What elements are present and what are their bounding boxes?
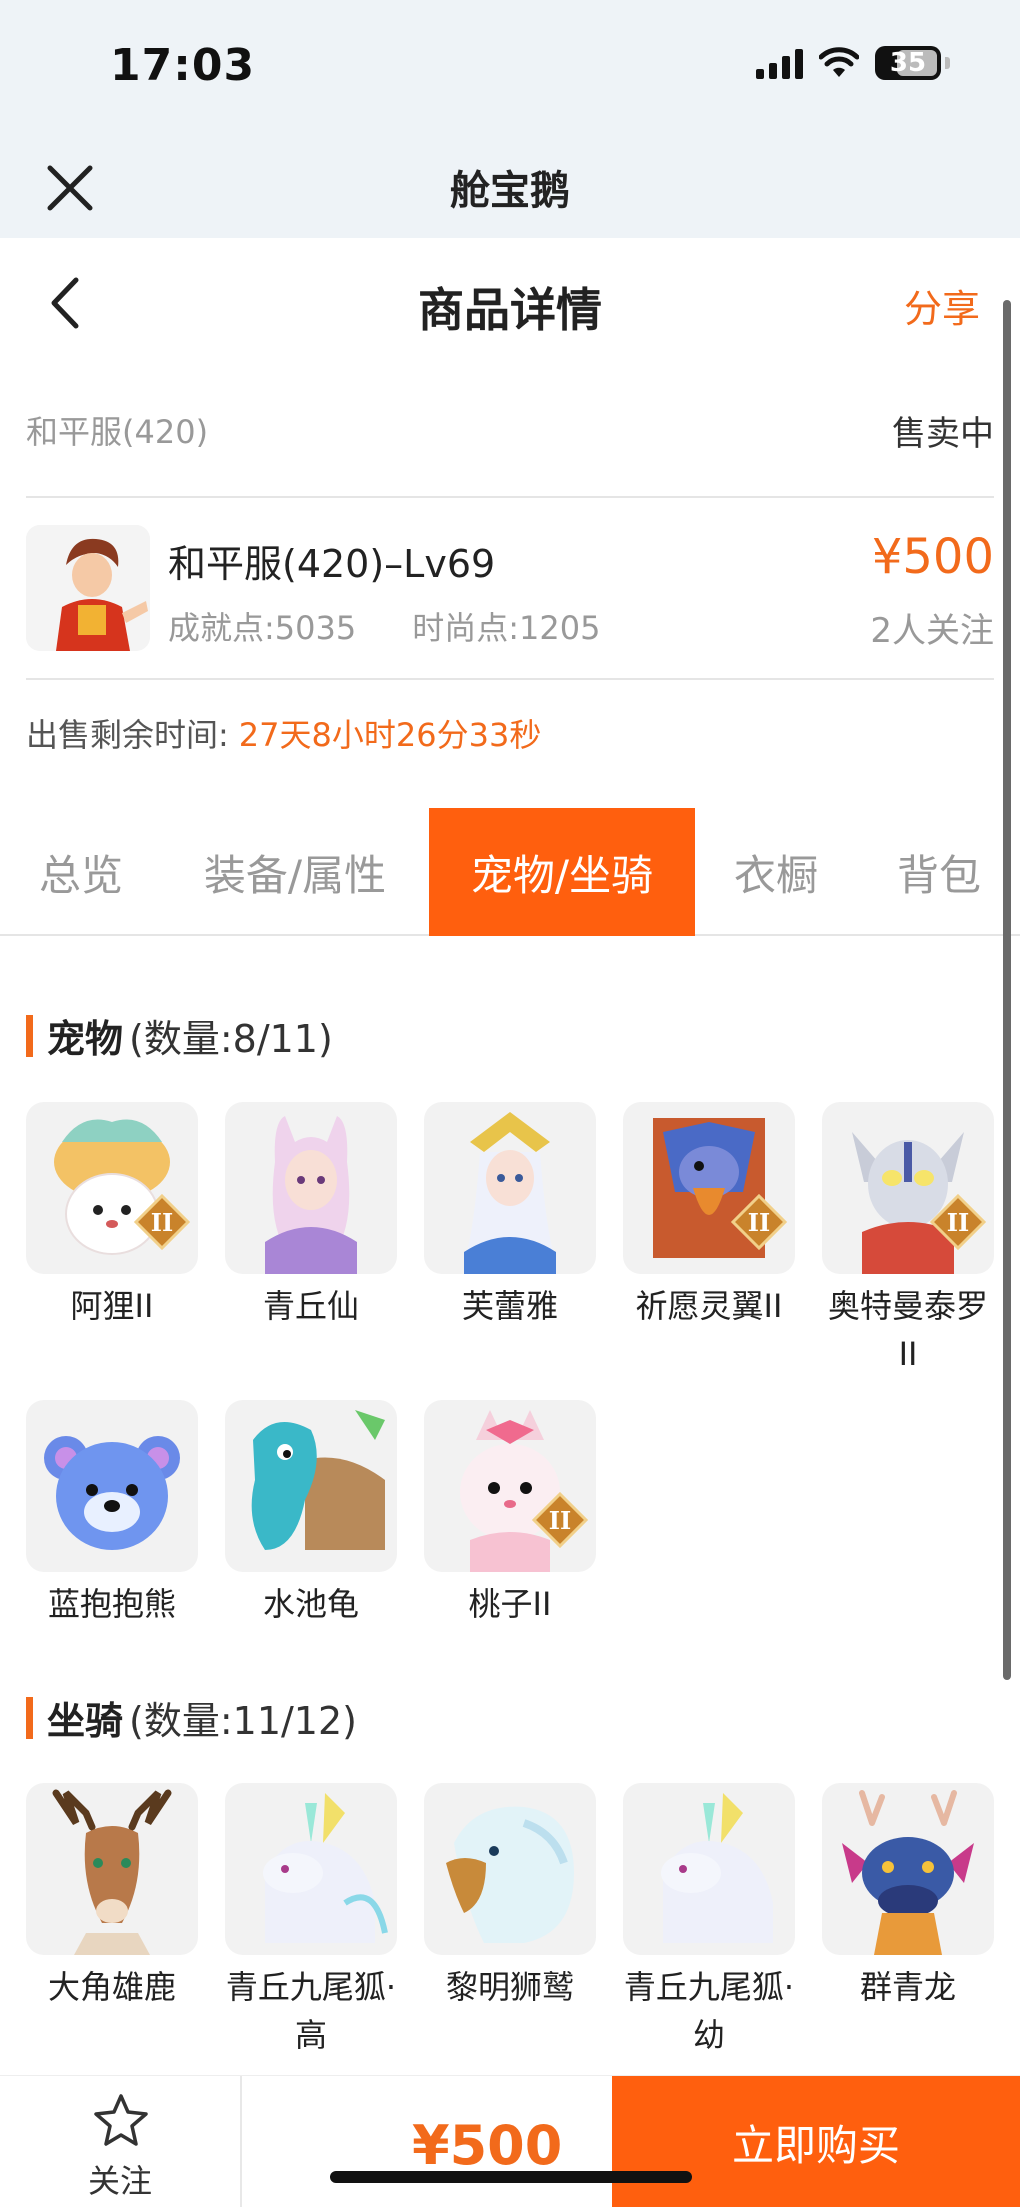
mount-name: 大角雄鹿 <box>47 1968 176 2006</box>
scrollbar[interactable] <box>1003 300 1011 1680</box>
tab-backpack[interactable]: 背包 <box>876 808 1002 936</box>
status-icons: 35 <box>756 46 950 80</box>
pets-section-title: 宠物 (数量:8/11) <box>26 1008 333 1063</box>
mount-name: 青丘九尾狐·幼 <box>623 1968 795 2054</box>
home-indicator[interactable] <box>330 2171 692 2183</box>
pet-item[interactable]: II 奥特曼泰罗II <box>822 1102 994 1378</box>
battery-icon: 35 <box>875 46 941 80</box>
tier-two-badge-icon: II <box>532 1492 588 1548</box>
buy-now-button[interactable]: 立即购买 <box>612 2076 1020 2207</box>
pet-name: 水池龟 <box>262 1585 359 1623</box>
bottom-action-bar: 关注 ¥500 立即购买 <box>0 2075 1020 2207</box>
pet-name: 蓝抱抱熊 <box>47 1585 176 1623</box>
page-title: 商品详情 <box>418 283 602 337</box>
sale-status: 售卖中 <box>892 413 994 454</box>
product-name: 和平服(420)–Lv69 <box>168 542 496 586</box>
pet-name: 桃子II <box>468 1585 552 1623</box>
pet-image <box>225 1102 397 1274</box>
page-header: 商品详情 分享 <box>0 238 1020 368</box>
cellular-signal-icon <box>756 47 803 79</box>
app-bar: 舱宝鹅 <box>0 140 1020 238</box>
pet-name: 阿狸II <box>70 1287 154 1325</box>
pets-count: (数量:8/11) <box>129 1017 333 1061</box>
status-bar: 17:03 35 <box>0 0 1020 140</box>
mount-image <box>26 1783 198 1955</box>
mounts-title: 坐骑 <box>47 1699 124 1743</box>
status-time: 17:03 <box>110 40 256 91</box>
mount-name: 黎明狮鹫 <box>445 1968 574 2006</box>
tab-pets-mounts[interactable]: 宠物/坐骑 <box>429 808 695 936</box>
pet-item[interactable]: 芙蕾雅 <box>424 1102 596 1330</box>
tier-two-badge-icon: II <box>134 1194 190 1250</box>
pet-item[interactable]: II 阿狸II <box>26 1102 198 1330</box>
tab-equipment[interactable]: 装备/属性 <box>184 808 406 936</box>
pets-title: 宠物 <box>47 1017 124 1061</box>
tier-two-badge-icon: II <box>930 1194 986 1250</box>
battery-level: 35 <box>889 48 927 78</box>
fashion-points: 时尚点:1205 <box>412 609 601 647</box>
detail-tabs: 总览 装备/属性 宠物/坐骑 衣橱 背包 <box>0 808 1020 936</box>
remaining-time-row: 出售剩余时间: 27天8小时26分33秒 <box>26 710 541 756</box>
star-icon <box>94 2094 148 2146</box>
pet-image <box>26 1400 198 1572</box>
pet-image: II <box>822 1102 994 1274</box>
server-name: 和平服(420) <box>26 413 209 451</box>
mount-image <box>822 1783 994 1955</box>
pet-item[interactable]: II 桃子II <box>424 1400 596 1628</box>
remaining-time-value: 27天8小时26分33秒 <box>238 716 542 754</box>
pet-name: 芙蕾雅 <box>461 1287 558 1325</box>
follow-label: 关注 <box>87 2162 152 2200</box>
mount-name: 青丘九尾狐·高 <box>225 1968 397 2054</box>
divider <box>26 678 994 680</box>
follower-count: 2人关注 <box>870 611 994 651</box>
product-price: ¥500 <box>871 529 994 585</box>
pet-item[interactable]: 蓝抱抱熊 <box>26 1400 198 1628</box>
pet-item[interactable]: 青丘仙 <box>225 1102 397 1330</box>
mount-image <box>623 1783 795 1955</box>
svg-text:II: II <box>947 1208 969 1237</box>
svg-text:II: II <box>748 1208 770 1237</box>
pet-item[interactable]: II 祈愿灵翼II <box>623 1102 795 1330</box>
section-accent-bar <box>26 1696 33 1739</box>
mount-item[interactable]: 大角雄鹿 <box>26 1783 198 2011</box>
server-row: 和平服(420) 售卖中 <box>26 400 994 460</box>
tab-overview[interactable]: 总览 <box>0 808 162 936</box>
pet-item[interactable]: 水池龟 <box>225 1400 397 1628</box>
svg-text:II: II <box>151 1208 173 1237</box>
mounts-section-title: 坐骑 (数量:11/12) <box>26 1690 357 1745</box>
section-accent-bar <box>26 1014 33 1057</box>
pet-image: II <box>623 1102 795 1274</box>
product-stats: 成就点:5035 时尚点:1205 <box>168 603 600 649</box>
achievement-points: 成就点:5035 <box>168 609 357 647</box>
battery-tip <box>945 57 950 69</box>
pet-name: 祈愿灵翼II <box>635 1287 783 1325</box>
mounts-count: (数量:11/12) <box>129 1699 357 1743</box>
bottom-price: ¥500 <box>412 2114 563 2177</box>
svg-text:II: II <box>549 1506 571 1535</box>
follow-button[interactable]: 关注 <box>0 2076 242 2207</box>
mount-image <box>225 1783 397 1955</box>
mount-item[interactable]: 青丘九尾狐·幼 <box>623 1783 795 2059</box>
mount-name: 群青龙 <box>859 1968 956 2006</box>
pet-image <box>424 1102 596 1274</box>
remaining-time-label: 出售剩余时间: <box>26 716 229 754</box>
mount-item[interactable]: 群青龙 <box>822 1783 994 2011</box>
product-summary: 和平服(420)–Lv69 成就点:5035 时尚点:1205 ¥500 2人关… <box>26 525 994 655</box>
mount-image <box>424 1783 596 1955</box>
mount-item[interactable]: 青丘九尾狐·高 <box>225 1783 397 2059</box>
pet-image <box>225 1400 397 1572</box>
tab-wardrobe[interactable]: 衣橱 <box>715 808 837 936</box>
wifi-icon <box>819 47 859 77</box>
share-button[interactable]: 分享 <box>904 278 980 333</box>
divider <box>26 496 994 498</box>
pet-image: II <box>424 1400 596 1572</box>
pet-name: 奥特曼泰罗II <box>827 1287 988 1373</box>
mount-item[interactable]: 黎明狮鹫 <box>424 1783 596 2011</box>
character-avatar <box>26 525 150 651</box>
app-title: 舱宝鹅 <box>450 168 570 214</box>
pet-name: 青丘仙 <box>262 1287 359 1325</box>
pet-image: II <box>26 1102 198 1274</box>
tier-two-badge-icon: II <box>731 1194 787 1250</box>
